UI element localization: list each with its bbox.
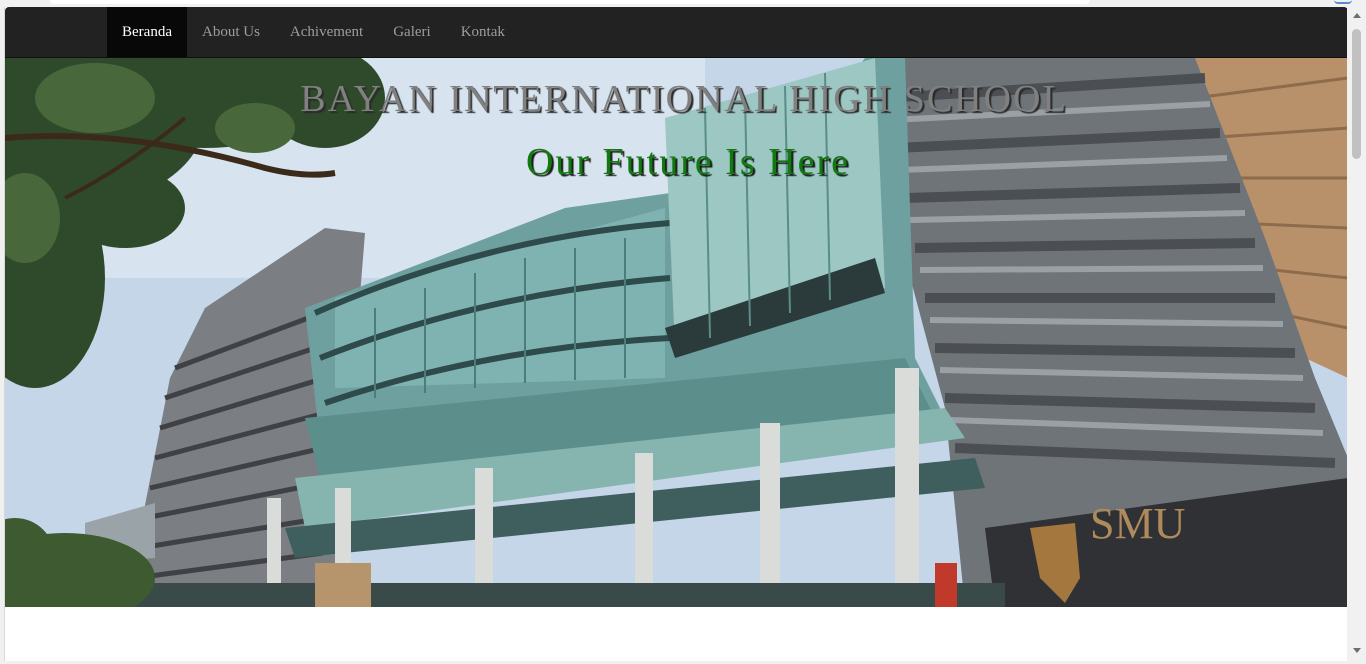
nav-item-label: About Us (201, 23, 260, 40)
nav-item-label: Galeri (393, 23, 431, 40)
nav-item-beranda[interactable]: Beranda (107, 7, 187, 57)
nav-item-label: Kontak (460, 23, 505, 40)
nav-item-about-us[interactable]: About Us (187, 7, 275, 57)
hero-subtitle: Our Future Is Here (525, 141, 851, 183)
nav-item-kontak[interactable]: Kontak (446, 7, 520, 57)
top-navbar: Beranda About Us Achivement Galeri Konta… (5, 7, 1347, 58)
nav-item-label: Achivement (289, 23, 364, 40)
address-bar-edge (50, 0, 1090, 4)
nav-item-achivement[interactable]: Achivement (275, 7, 378, 57)
hero-banner: SMU BAYAN INTERNATIONAL HIGH SCHOOL Our … (5, 58, 1347, 607)
scroll-up-arrow-icon[interactable] (1353, 13, 1361, 18)
page-viewport: Beranda About Us Achivement Galeri Konta… (4, 7, 1347, 661)
nav-menu: Beranda About Us Achivement Galeri Konta… (107, 7, 520, 57)
hero-title: BAYAN INTERNATIONAL HIGH SCHOOL (300, 78, 1068, 120)
extension-icon[interactable] (1334, 0, 1352, 4)
nav-item-label: Beranda (122, 23, 172, 40)
vertical-scrollbar[interactable] (1348, 7, 1366, 661)
building-sign-text: SMU (1090, 499, 1185, 548)
scrollbar-thumb[interactable] (1352, 29, 1361, 159)
browser-chrome-strip (0, 0, 1366, 7)
nav-item-galeri[interactable]: Galeri (378, 7, 445, 57)
scroll-down-arrow-icon[interactable] (1353, 648, 1361, 653)
